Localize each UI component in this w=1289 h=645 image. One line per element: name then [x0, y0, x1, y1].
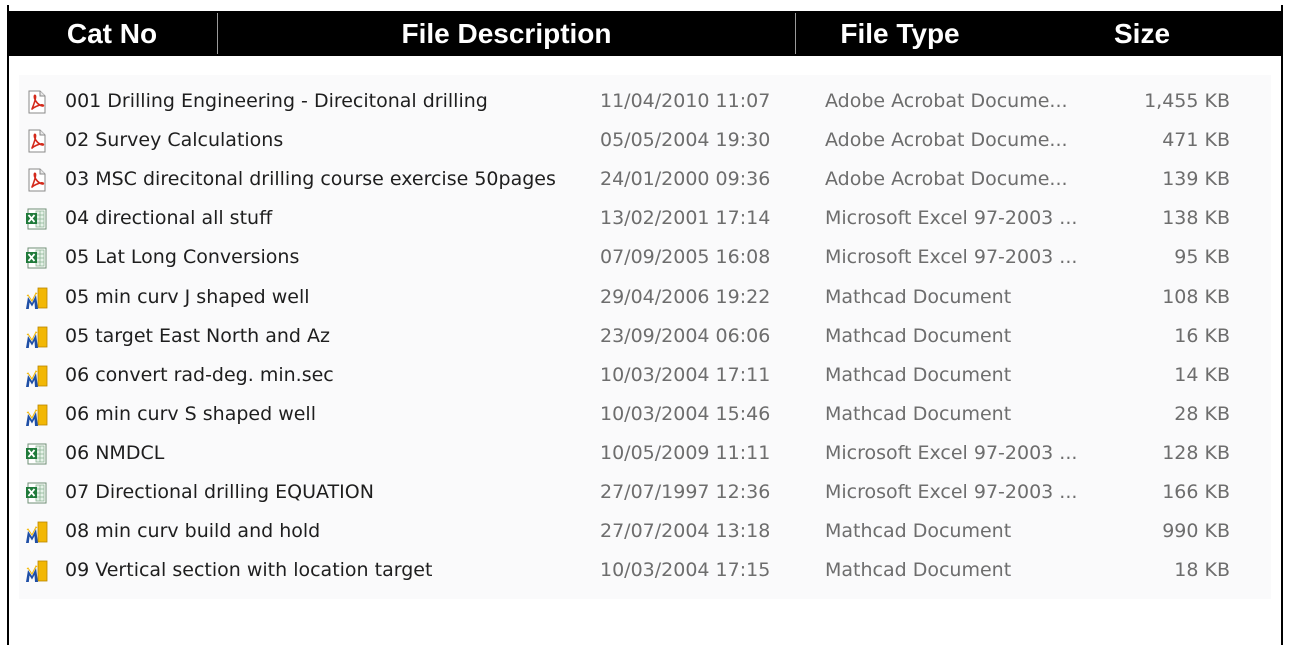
file-date: 05/05/2004 19:30 [600, 129, 771, 152]
file-row[interactable]: 06 convert rad-deg. min.sec 10/03/2004 1… [19, 356, 1271, 395]
file-name: 07 Directional drilling EQUATION [65, 481, 374, 503]
clipped-title [380, 0, 680, 8]
file-row[interactable]: 06 min curv S shaped well 10/03/2004 15:… [19, 395, 1271, 434]
mathcad-icon [25, 325, 49, 349]
excel-icon [25, 481, 49, 505]
file-row[interactable]: 06 NMDCL 10/05/2009 11:11 Microsoft Exce… [19, 434, 1271, 473]
file-type: Microsoft Excel 97-2003 ... [825, 207, 1078, 230]
file-name: 02 Survey Calculations [65, 129, 284, 152]
file-row[interactable]: 04 directional all stuff 13/02/2001 17:1… [19, 199, 1271, 238]
file-name: 05 Lat Long Conversions [65, 246, 300, 269]
file-name: 06 convert rad-deg. min.sec [65, 363, 334, 386]
file-row[interactable]: 05 target East North and Az 23/09/2004 0… [19, 317, 1271, 356]
file-date: 27/07/1997 12:36 [600, 481, 771, 503]
mathcad-icon [25, 403, 49, 427]
file-name: 001 Drilling Engineering - Direcitonal d… [65, 90, 488, 112]
file-size: 1,455 KB [1144, 90, 1230, 112]
pdf-icon [25, 168, 49, 192]
file-type: Mathcad Document [825, 363, 1012, 386]
file-size: 28 KB [1174, 402, 1230, 425]
file-row[interactable]: 09 Vertical section with location target… [19, 551, 1271, 590]
file-row[interactable]: 05 min curv J shaped well 29/04/2006 19:… [19, 278, 1271, 317]
pdf-icon [25, 90, 49, 114]
file-date: 24/01/2000 09:36 [600, 168, 771, 191]
file-row[interactable]: 001 Drilling Engineering - Direcitonal d… [19, 82, 1271, 121]
file-size: 166 KB [1162, 481, 1230, 503]
file-type: Mathcad Document [825, 285, 1012, 308]
header-file-description: File Description [218, 13, 796, 54]
file-type: Mathcad Document [825, 559, 1012, 582]
mathcad-icon [25, 559, 49, 583]
file-size: 128 KB [1162, 441, 1230, 464]
file-size: 16 KB [1174, 324, 1230, 347]
file-date: 29/04/2006 19:22 [600, 285, 771, 308]
file-date: 11/04/2010 11:07 [600, 90, 771, 112]
file-row[interactable]: 05 Lat Long Conversions 07/09/2005 16:08… [19, 238, 1271, 277]
file-size: 14 KB [1174, 363, 1230, 386]
file-row[interactable]: 08 min curv build and hold 27/07/2004 13… [19, 512, 1271, 551]
file-name: 05 target East North and Az [65, 324, 330, 347]
file-name: 03 MSC direcitonal drilling course exerc… [65, 168, 556, 191]
file-row[interactable]: 07 Directional drilling EQUATION 27/07/1… [19, 473, 1271, 512]
file-row[interactable]: 03 MSC direcitonal drilling course exerc… [19, 160, 1271, 199]
file-type: Microsoft Excel 97-2003 ... [825, 481, 1078, 503]
file-date: 13/02/2001 17:14 [600, 207, 771, 230]
file-type: Microsoft Excel 97-2003 ... [825, 441, 1078, 464]
file-size: 138 KB [1162, 207, 1230, 230]
file-date: 07/09/2005 16:08 [600, 246, 771, 269]
file-name: 09 Vertical section with location target [65, 559, 433, 582]
file-list: 001 Drilling Engineering - Direcitonal d… [19, 75, 1271, 599]
file-size: 471 KB [1162, 129, 1230, 152]
file-size: 108 KB [1162, 285, 1230, 308]
header-size: Size [1114, 17, 1171, 49]
header-file-type: File Type [840, 17, 960, 49]
file-type: Microsoft Excel 97-2003 ... [825, 246, 1078, 269]
file-date: 10/03/2004 15:46 [600, 402, 771, 425]
file-name: 06 NMDCL [65, 441, 165, 464]
file-type: Mathcad Document [825, 402, 1012, 425]
file-date: 10/03/2004 17:11 [600, 363, 771, 386]
file-type: Adobe Acrobat Docume... [825, 129, 1068, 152]
file-type: Mathcad Document [825, 324, 1012, 347]
file-row[interactable]: 02 Survey Calculations 05/05/2004 19:30 … [19, 121, 1271, 160]
excel-icon [25, 442, 49, 466]
file-type: Adobe Acrobat Docume... [825, 168, 1068, 191]
mathcad-icon [25, 286, 49, 310]
mathcad-icon [25, 520, 49, 544]
file-size: 990 KB [1162, 520, 1230, 543]
file-date: 23/09/2004 06:06 [600, 324, 771, 347]
file-size: 95 KB [1174, 246, 1230, 269]
file-name: 06 min curv S shaped well [65, 402, 316, 425]
column-header: Cat No File Description File Type Size [7, 11, 1283, 56]
header-cat-no: Cat No [7, 13, 218, 54]
file-date: 27/07/2004 13:18 [600, 520, 771, 543]
file-size: 139 KB [1162, 168, 1230, 191]
file-type: Adobe Acrobat Docume... [825, 90, 1068, 112]
file-name: 08 min curv build and hold [65, 520, 321, 543]
excel-icon [25, 207, 49, 231]
file-type: Mathcad Document [825, 520, 1012, 543]
file-date: 10/03/2004 17:15 [600, 559, 771, 582]
file-date: 10/05/2009 11:11 [600, 441, 771, 464]
file-name: 04 directional all stuff [65, 207, 273, 230]
excel-icon [25, 246, 49, 270]
file-size: 18 KB [1174, 559, 1230, 582]
file-name: 05 min curv J shaped well [65, 285, 310, 308]
mathcad-icon [25, 364, 49, 388]
pdf-icon [25, 129, 49, 153]
